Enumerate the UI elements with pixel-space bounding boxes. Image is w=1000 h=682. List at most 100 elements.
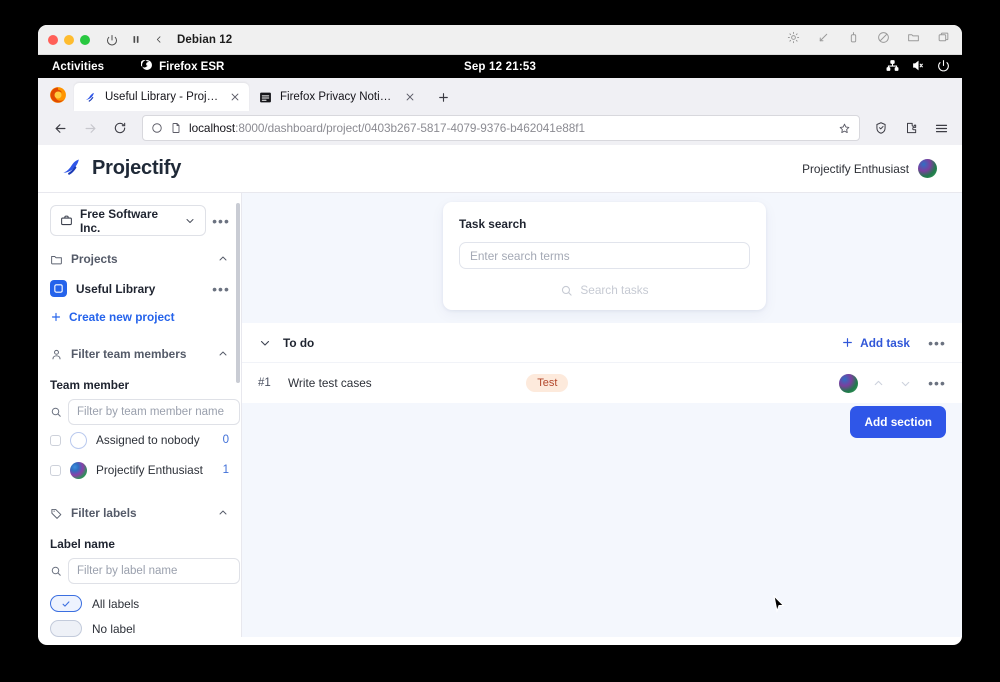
sidebar: Free Software Inc. ••• Projects Useful L… bbox=[38, 193, 242, 637]
projectify-icon bbox=[83, 90, 98, 105]
person-icon bbox=[50, 348, 63, 361]
system-indicators[interactable] bbox=[886, 59, 950, 75]
page-icon[interactable] bbox=[170, 122, 182, 134]
url-text: localhost:8000/dashboard/project/0403b26… bbox=[189, 121, 831, 135]
move-down-icon bbox=[899, 377, 912, 390]
label-row-no-label[interactable]: No label bbox=[38, 618, 241, 637]
label-filter-input[interactable] bbox=[68, 558, 240, 584]
vm-titlebar: Debian 12 bbox=[38, 25, 962, 55]
create-new-project-button[interactable]: Create new project bbox=[38, 303, 241, 331]
avatar[interactable] bbox=[918, 159, 937, 178]
brightness-icon[interactable] bbox=[787, 31, 800, 49]
vm-title: Debian 12 bbox=[177, 33, 233, 46]
document-icon bbox=[258, 90, 273, 105]
pause-icon[interactable] bbox=[131, 34, 141, 45]
plus-icon bbox=[50, 311, 62, 323]
add-task-button[interactable]: Add task bbox=[841, 336, 910, 350]
close-icon[interactable] bbox=[228, 90, 242, 104]
folder-icon[interactable] bbox=[907, 31, 920, 49]
reload-icon[interactable] bbox=[106, 114, 134, 142]
firefox-icon bbox=[140, 59, 153, 74]
active-app-indicator[interactable]: Firefox ESR bbox=[140, 59, 225, 74]
empty-avatar bbox=[70, 431, 87, 449]
task-overflow-button[interactable]: ••• bbox=[926, 372, 948, 394]
table-row[interactable]: #1 Write test cases Test ••• bbox=[242, 362, 962, 403]
team-member-name: Assigned to nobody bbox=[96, 433, 200, 447]
close-icon[interactable] bbox=[403, 90, 417, 104]
hamburger-menu-icon[interactable] bbox=[928, 115, 954, 141]
team-member-filter-input[interactable] bbox=[68, 399, 240, 425]
team-member-name: Projectify Enthusiast bbox=[96, 463, 203, 477]
close-window-button[interactable] bbox=[48, 34, 58, 45]
filter-labels-header[interactable]: Filter labels bbox=[38, 498, 241, 528]
section-to-do: To do Add task ••• #1 Write test cases T… bbox=[242, 323, 962, 403]
back-icon[interactable] bbox=[154, 34, 164, 45]
power-icon bbox=[937, 59, 950, 75]
workspace-overflow-button[interactable]: ••• bbox=[210, 210, 232, 232]
checkbox[interactable] bbox=[50, 434, 61, 446]
move-up-icon bbox=[872, 377, 885, 390]
task-title[interactable]: Write test cases bbox=[288, 376, 372, 390]
chevron-up-icon[interactable] bbox=[217, 348, 229, 360]
url-bar[interactable]: localhost:8000/dashboard/project/0403b26… bbox=[142, 115, 860, 141]
fullscreen-icon[interactable] bbox=[817, 31, 830, 49]
task-number: #1 bbox=[258, 377, 271, 389]
check-icon[interactable] bbox=[50, 595, 82, 612]
filter-team-members-label: Filter team members bbox=[71, 347, 187, 361]
folder-icon bbox=[50, 253, 63, 266]
main-content: Task search Search tasks To do bbox=[242, 193, 962, 637]
new-tab-button[interactable] bbox=[430, 84, 456, 110]
search-icon bbox=[50, 565, 62, 577]
team-member-count: 0 bbox=[222, 434, 229, 446]
app-brand[interactable]: Projectify bbox=[60, 155, 181, 183]
usb-icon[interactable] bbox=[847, 31, 860, 49]
active-app-label: Firefox ESR bbox=[159, 60, 225, 73]
user-name: Projectify Enthusiast bbox=[802, 161, 909, 176]
team-member-row-nobody[interactable]: Assigned to nobody 0 bbox=[38, 425, 241, 455]
chevron-down-icon[interactable] bbox=[258, 336, 272, 350]
project-overflow-button[interactable]: ••• bbox=[210, 278, 232, 300]
minimize-window-button[interactable] bbox=[64, 34, 74, 45]
web-page: Projectify Projectify Enthusiast Free So… bbox=[38, 145, 962, 637]
tab-firefox-privacy-notice[interactable]: Firefox Privacy Notice — … bbox=[249, 83, 424, 111]
power-icon[interactable] bbox=[106, 34, 118, 46]
tab-useful-library[interactable]: Useful Library - Projectify bbox=[74, 83, 249, 111]
user-menu[interactable]: Projectify Enthusiast bbox=[802, 159, 937, 178]
back-arrow-icon[interactable] bbox=[46, 114, 74, 142]
shield-privacy-icon[interactable] bbox=[868, 115, 894, 141]
workspace-selector[interactable]: Free Software Inc. bbox=[50, 205, 206, 236]
project-name: Useful Library bbox=[76, 281, 156, 296]
bookmark-star-icon[interactable] bbox=[838, 122, 851, 135]
team-member-label: Team member bbox=[50, 378, 130, 392]
chevron-up-icon[interactable] bbox=[217, 253, 229, 265]
workspace-label: Free Software Inc. bbox=[80, 206, 159, 235]
extensions-icon[interactable] bbox=[898, 115, 924, 141]
task-search-input[interactable] bbox=[459, 242, 750, 269]
chevron-up-icon[interactable] bbox=[217, 507, 229, 519]
brand-name: Projectify bbox=[92, 157, 182, 179]
window-traffic-lights[interactable] bbox=[48, 34, 90, 45]
maximize-window-button[interactable] bbox=[80, 34, 90, 45]
sidebar-scrollbar[interactable] bbox=[235, 193, 241, 637]
page-body: Free Software Inc. ••• Projects Useful L… bbox=[38, 193, 962, 637]
gnome-top-bar: Activities Firefox ESR Sep 12 21:53 bbox=[38, 55, 962, 78]
projects-section-label: Projects bbox=[71, 252, 118, 266]
disc-icon[interactable] bbox=[877, 31, 890, 49]
search-icon bbox=[560, 284, 573, 297]
label-pill[interactable] bbox=[50, 620, 82, 637]
projects-section-header[interactable]: Projects bbox=[38, 244, 241, 274]
team-member-row-enthusiast[interactable]: Projectify Enthusiast 1 bbox=[38, 455, 241, 485]
filter-team-members-header[interactable]: Filter team members bbox=[38, 339, 241, 369]
project-icon bbox=[50, 280, 67, 297]
activities-button[interactable]: Activities bbox=[52, 61, 104, 73]
sidebar-item-useful-library[interactable]: Useful Library ••• bbox=[38, 274, 241, 303]
section-overflow-button[interactable]: ••• bbox=[926, 332, 948, 354]
shield-icon[interactable] bbox=[151, 122, 163, 134]
status-badge[interactable]: Test bbox=[526, 374, 569, 392]
avatar[interactable] bbox=[839, 373, 858, 393]
label-row-all-labels[interactable]: All labels bbox=[38, 593, 241, 614]
add-section-button[interactable]: Add section bbox=[850, 406, 946, 438]
windows-icon[interactable] bbox=[937, 31, 950, 49]
checkbox[interactable] bbox=[50, 464, 61, 476]
team-member-search bbox=[50, 399, 240, 425]
